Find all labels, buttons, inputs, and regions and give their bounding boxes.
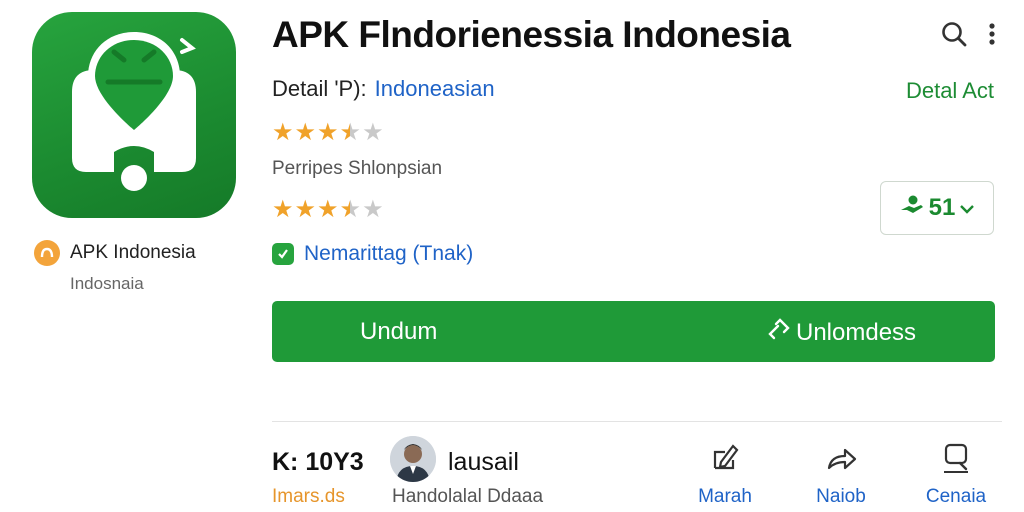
half-star-icon: ★ (339, 119, 361, 146)
download-button[interactable]: Undum Unlomdess (272, 301, 995, 362)
half-star-icon: ★ (339, 196, 361, 223)
app-title: APK Flndorienessia Indonesia (272, 14, 791, 55)
star-icon: ★ (294, 119, 316, 146)
divider (272, 421, 1002, 422)
feature-label: Nemarittag (Tnak) (304, 242, 474, 265)
feature-row[interactable]: Nemarittag (Tnak) (272, 242, 473, 266)
price-selector[interactable]: 51 (880, 181, 994, 235)
top-actions (940, 20, 996, 48)
developer-row[interactable]: APK Indonesia (34, 240, 196, 266)
star-icon: ★ (317, 119, 338, 146)
empty-star-icon: ★ (362, 196, 383, 223)
stat-value: K: 10Y3 (272, 448, 364, 476)
action-label: Marah (698, 486, 752, 507)
star-icon: ★ (272, 119, 293, 146)
developer-subtitle: Indosnaia (70, 274, 144, 293)
search-icon[interactable] (940, 20, 968, 48)
action-share[interactable]: Naiob (796, 440, 886, 508)
check-badge-icon (272, 243, 294, 265)
more-options-icon[interactable] (988, 22, 996, 46)
stat-label: Imars.ds (272, 486, 345, 507)
empty-star-icon: ★ (362, 119, 383, 146)
action-label: Naiob (816, 486, 866, 507)
rating-stars-secondary: ★ ★ ★ ★ ★ (272, 196, 384, 223)
detail-value-link[interactable]: Indoneasian (375, 76, 495, 101)
chevron-down-icon (959, 194, 975, 222)
rating-stars: ★ ★ ★ ★ ★ (272, 119, 384, 146)
action-search[interactable]: Cenaia (911, 440, 1001, 508)
detail-label: Detail 'P): (272, 76, 367, 101)
developer-name: APK Indonesia (70, 242, 196, 263)
star-icon: ★ (272, 196, 293, 223)
download-label: Undum (360, 318, 438, 345)
download-secondary[interactable]: Unlomdess (766, 318, 916, 347)
money-hand-icon (899, 194, 925, 223)
edit-icon (680, 440, 770, 476)
user-subtitle: Handolalal Ddaaa (392, 486, 544, 507)
app-subtitle: Perripes Shlonpsian (272, 158, 443, 179)
download-secondary-label: Unlomdess (796, 318, 917, 346)
map-pin-app-icon (72, 32, 196, 191)
star-icon: ★ (294, 196, 316, 223)
price-value: 51 (928, 194, 956, 221)
avatar[interactable] (390, 436, 436, 482)
detail-act-link[interactable]: Detal Act (906, 78, 994, 104)
action-label: Cenaia (925, 486, 987, 507)
star-icon: ★ (317, 196, 338, 223)
search-icon (911, 440, 1001, 476)
user-name[interactable]: lausail (448, 448, 519, 477)
link-icon (766, 318, 792, 347)
app-icon (32, 12, 236, 218)
detail-row: Detail 'P): Indoneasian (272, 76, 495, 102)
share-icon (796, 440, 886, 476)
developer-logo-icon (34, 240, 60, 266)
action-edit[interactable]: Marah (680, 440, 770, 508)
